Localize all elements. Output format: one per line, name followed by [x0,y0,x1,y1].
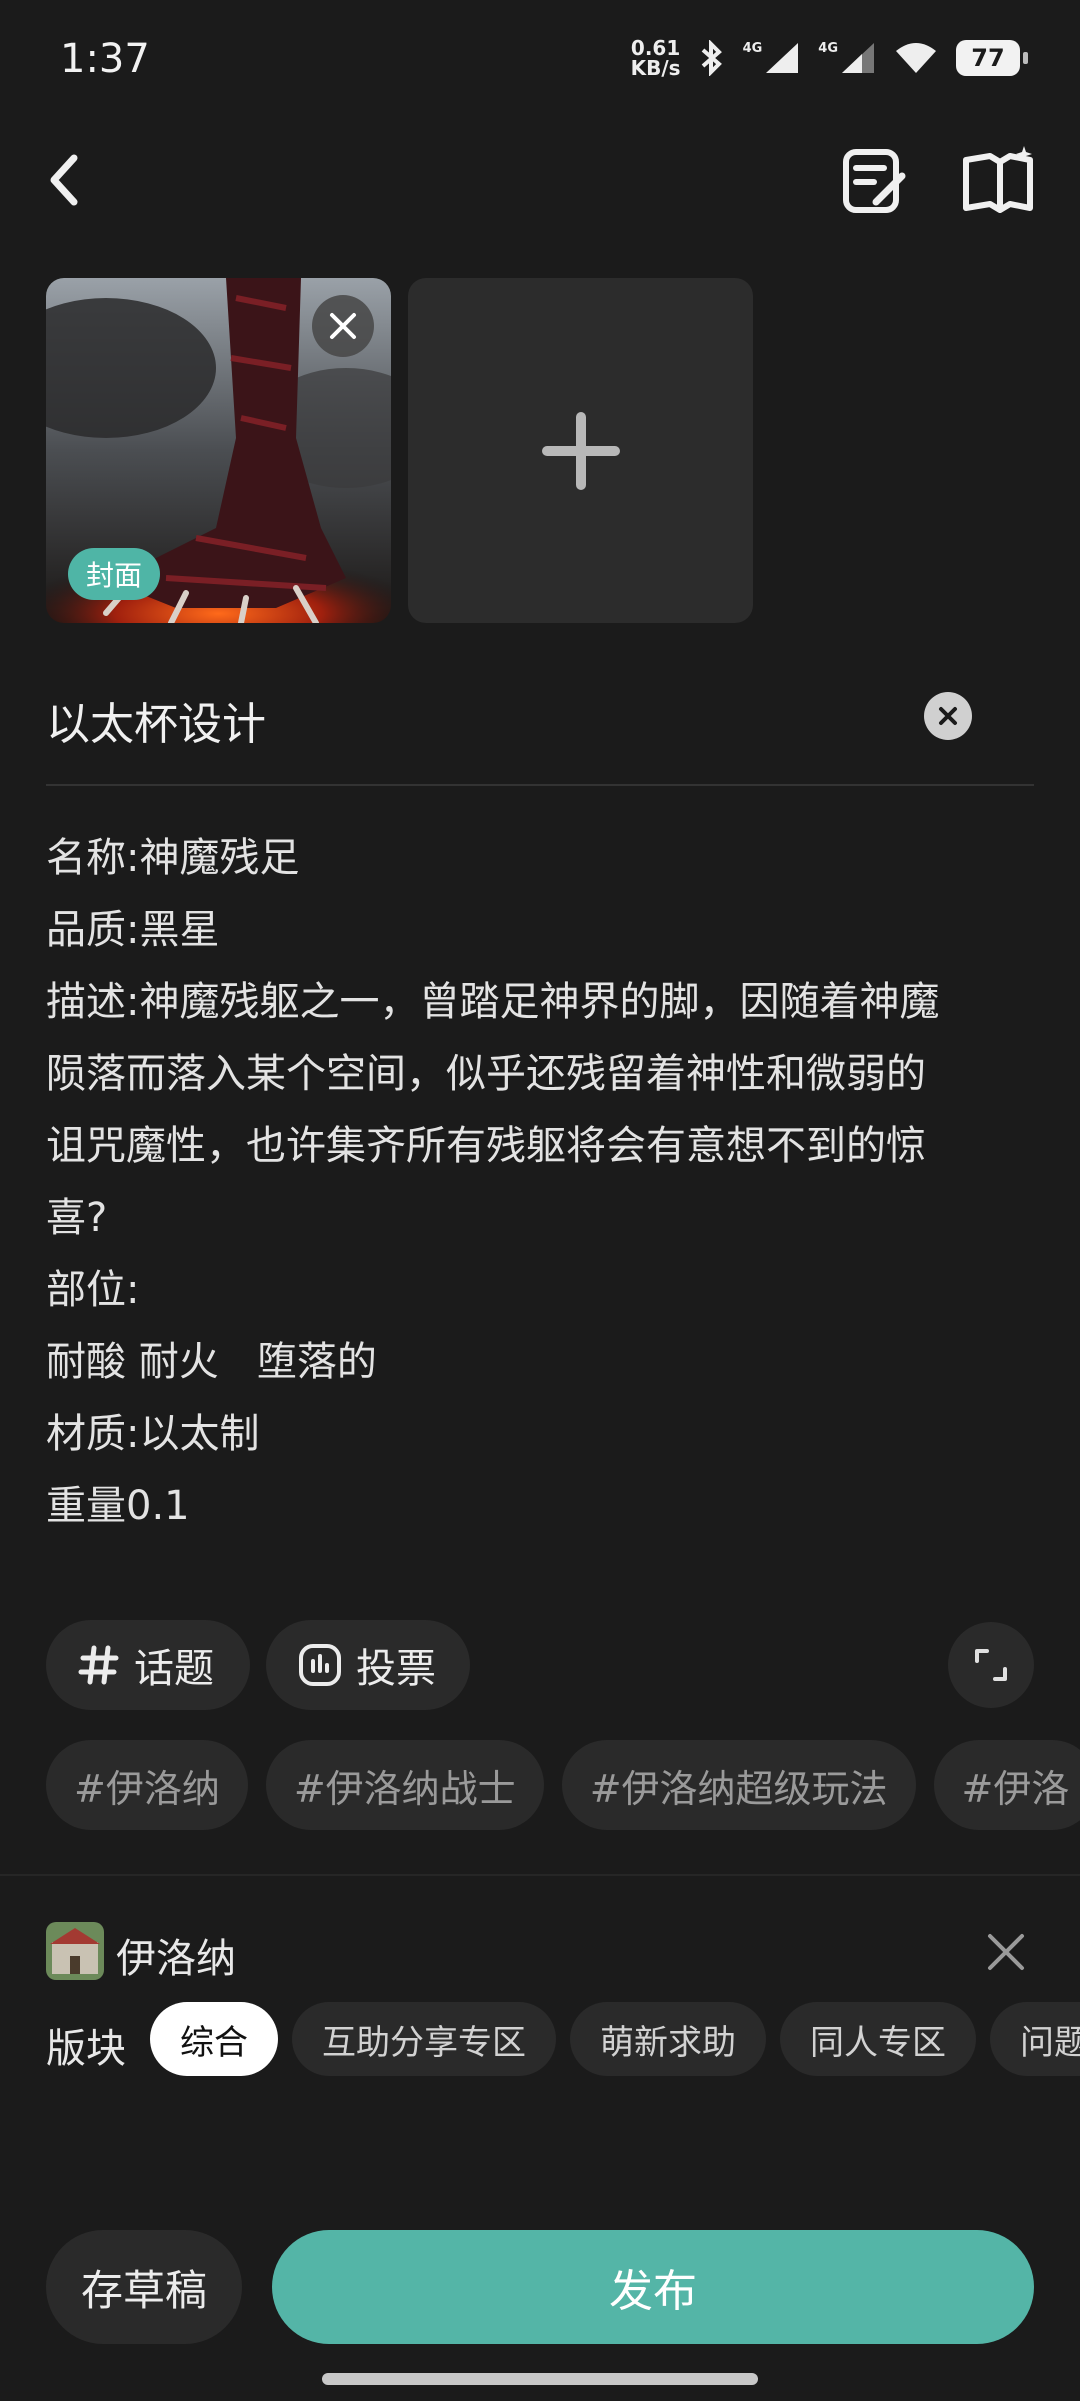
vote-button[interactable]: 投票 [266,1620,470,1710]
signal-2: 4G [818,41,876,75]
publish-button[interactable]: 发布 [272,2230,1034,2344]
remove-game-button[interactable] [984,1930,1028,1974]
plus-icon [541,411,620,490]
title-input[interactable]: 以太杯设计 [46,688,266,752]
suggested-tags: #伊洛纳 #伊洛纳战士 #伊洛纳超级玩法 #伊洛 [46,1740,1080,1830]
title-divider [46,784,1034,786]
cover-badge: 封面 [68,548,161,600]
content-line: 陨落而落入某个空间，似乎还残留着神性和微弱的 [46,1051,926,1097]
content-line: 部位: [46,1267,140,1313]
expand-editor-button[interactable] [948,1622,1034,1708]
board-label: 版块 [46,2026,126,2072]
status-time: 1:37 [60,36,150,82]
battery-indicator: 77 [956,40,1028,76]
network-type-2: 4G [818,41,838,56]
remove-image-button[interactable] [312,295,374,357]
section-divider [0,1874,1080,1876]
topic-button-label: 话题 [134,1646,214,1692]
content-line: 材质:以太制 [46,1411,260,1457]
close-icon [988,1934,1024,1970]
content-input[interactable]: 名称:神魔残足 品质:黑星 描述:神魔残躯之一，曾踏足神界的脚，因随着神魔 陨落… [46,822,1026,1542]
network-type-1: 4G [742,41,763,56]
content-line: 品质:黑星 [46,907,220,953]
edit-note-button[interactable] [840,146,910,216]
bluetooth-icon [701,40,722,76]
chevron-left-icon [50,154,78,206]
game-logo-icon [46,1922,104,1980]
edit-note-icon [843,149,906,213]
vote-button-label: 投票 [356,1646,436,1692]
board-chip-selected[interactable]: 综合 [150,2002,278,2076]
content-line: 重量0.1 [46,1483,190,1529]
hashtag-icon [78,1645,119,1685]
board-chips: 综合 互助分享专区 萌新求助 同人专区 问题 [150,2002,1080,2076]
clear-title-button[interactable] [924,692,972,740]
net-speed-value: 0.61 [630,36,681,60]
poll-icon [299,1644,341,1686]
tag-chip[interactable]: #伊洛纳战士 [265,1740,544,1830]
close-icon [939,707,957,725]
tag-chip[interactable]: #伊洛 [933,1740,1080,1830]
expand-icon [975,1649,1007,1681]
add-image-button[interactable] [408,278,753,623]
signal-1: 4G [743,41,801,75]
tag-chip[interactable]: #伊洛纳超级玩法 [561,1740,916,1830]
tag-chip[interactable]: #伊洛纳 [46,1740,248,1830]
home-indicator[interactable] [322,2373,758,2385]
wifi-icon [896,43,936,73]
content-line: 喜? [46,1195,108,1241]
net-speed: 0.61 KB/s [631,38,681,78]
guide-button[interactable] [960,146,1040,216]
close-icon [330,313,356,339]
game-icon [46,1922,104,1980]
board-chip[interactable]: 问题 [990,2002,1080,2076]
net-speed-unit: KB/s [630,56,681,80]
game-name: 伊洛纳 [116,1936,236,1982]
back-button[interactable] [44,140,108,220]
content-line: 诅咒魔性，也许集齐所有残躯将会有意想不到的惊 [46,1123,926,1169]
signal-icon [766,43,799,73]
book-sparkle-icon [963,146,1033,213]
content-line: 描述:神魔残躯之一，曾踏足神界的脚，因随着神魔 [46,979,940,1025]
save-draft-button[interactable]: 存草稿 [46,2230,242,2344]
content-line: 名称:神魔残足 [46,835,300,881]
board-chip[interactable]: 同人专区 [780,2002,976,2076]
signal-icon [842,43,874,73]
topic-button[interactable]: 话题 [46,1620,250,1710]
board-chip[interactable]: 互助分享专区 [292,2002,556,2076]
status-icons: 0.61 KB/s 4G 4G 77 [631,38,1028,78]
content-line: 耐酸 耐火 堕落的 [46,1339,377,1385]
board-chip[interactable]: 萌新求助 [570,2002,766,2076]
